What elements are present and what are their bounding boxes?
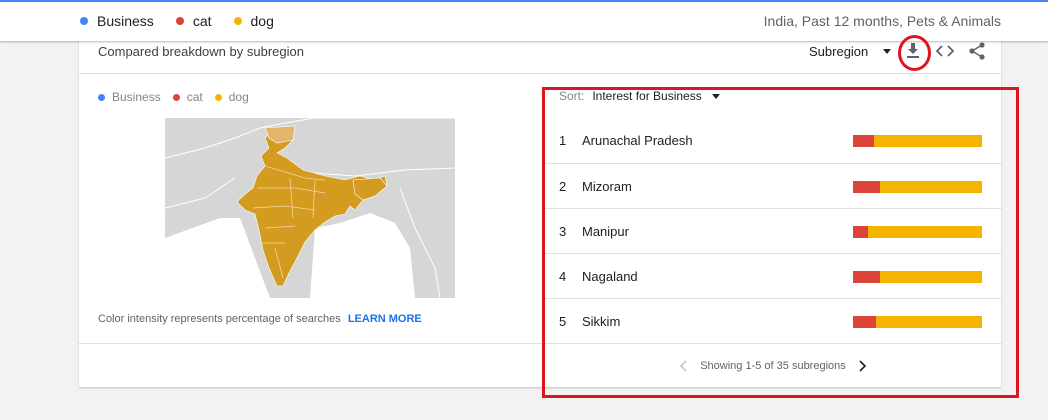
top-legend: Business cat dog [80,13,296,29]
subregion-dropdown-label: Subregion [809,44,869,59]
annotation-rectangle [542,87,1019,398]
card-header: Compared breakdown by subregion Subregio… [79,41,1001,74]
map-legend-cat: cat [172,90,203,104]
map-note-text: Color intensity represents percentage of… [98,313,341,325]
cat-dot-icon [172,93,180,101]
india-subregion-map[interactable] [165,118,455,298]
legend-label: Business [97,13,154,29]
subregion-dropdown[interactable]: Subregion [809,44,892,59]
legend-label: dog [228,90,249,104]
learn-more-link[interactable]: LEARN MORE [348,313,422,325]
annotation-circle [898,35,931,71]
map-legend-business: Business [98,90,161,104]
embed-icon[interactable] [934,41,956,61]
filter-context: India, Past 12 months, Pets & Animals [763,13,1001,29]
legend-item-business[interactable]: Business [80,13,154,29]
legend-label: Business [112,90,161,104]
legend-label: cat [186,90,203,104]
map-caption: Color intensity represents percentage of… [98,313,422,325]
map-legend-dog: dog [214,90,249,104]
business-dot-icon [98,93,105,101]
card-title: Compared breakdown by subregion [98,44,304,59]
dropdown-caret-icon [883,49,892,54]
map-legend: Business cat dog [98,90,261,104]
legend-item-dog[interactable]: dog [233,13,274,29]
legend-label: dog [250,13,274,29]
legend-label: cat [192,13,212,29]
cat-dot-icon [175,17,184,25]
legend-item-cat[interactable]: cat [175,13,212,29]
dog-dot-icon [233,17,242,25]
share-icon[interactable] [966,41,988,61]
divider [79,343,545,344]
business-dot-icon [80,17,88,25]
dog-dot-icon [214,93,222,101]
comparison-header-bar: Business cat dog India, Past 12 months, … [0,0,1048,41]
